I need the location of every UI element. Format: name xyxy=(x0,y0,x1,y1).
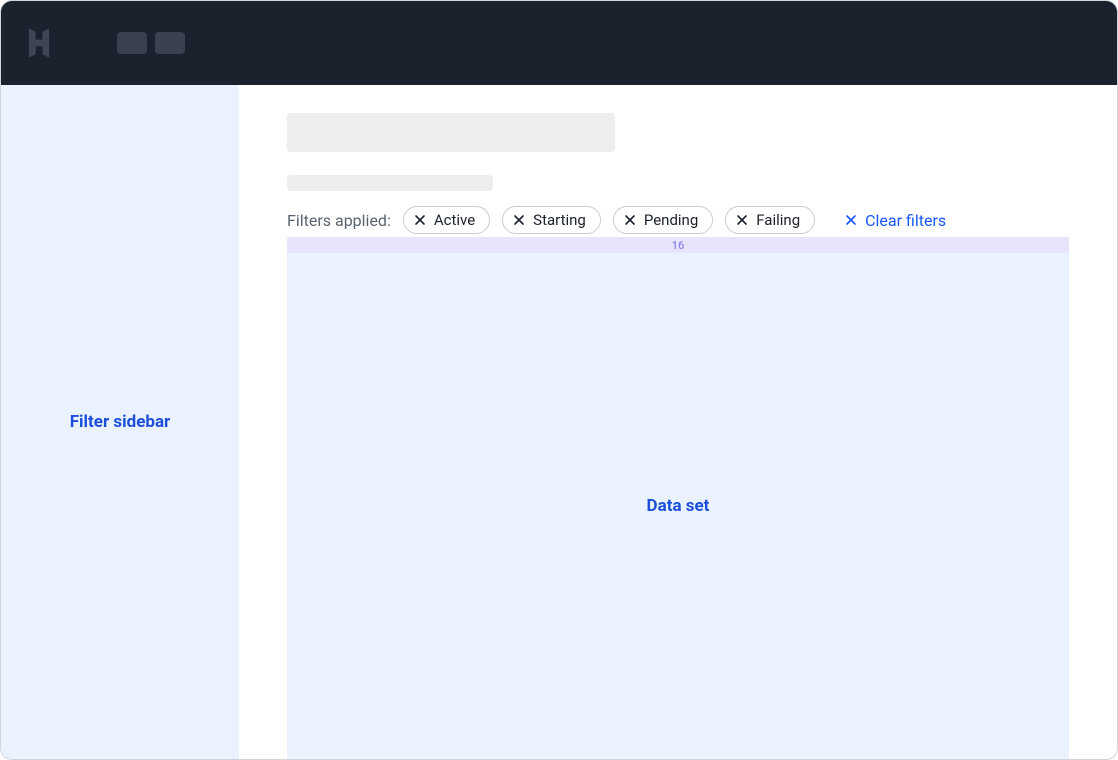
close-icon xyxy=(513,214,525,226)
filter-chip-label: Starting xyxy=(533,211,586,229)
data-set-label: Data set xyxy=(647,496,710,516)
app-header xyxy=(1,1,1117,85)
filters-applied-row: Filters applied: Active Starting xyxy=(287,206,1069,234)
filter-chip-label: Active xyxy=(434,211,475,229)
clear-filters-label: Clear filters xyxy=(865,211,946,230)
close-icon xyxy=(845,214,857,226)
filter-chip-active[interactable]: Active xyxy=(403,206,490,234)
header-tabs xyxy=(117,32,185,54)
subtitle-skeleton xyxy=(287,175,493,191)
filter-chip-label: Failing xyxy=(756,211,800,229)
header-tab-placeholder[interactable] xyxy=(155,32,185,54)
header-tab-placeholder[interactable] xyxy=(117,32,147,54)
spacing-marker: 16 xyxy=(287,237,1069,253)
close-icon xyxy=(736,214,748,226)
filter-chip-failing[interactable]: Failing xyxy=(725,206,815,234)
title-skeleton-row xyxy=(287,113,1069,152)
close-icon xyxy=(414,214,426,226)
filter-chip-starting[interactable]: Starting xyxy=(502,206,601,234)
close-icon xyxy=(624,214,636,226)
filter-chip-pending[interactable]: Pending xyxy=(613,206,713,234)
main-content: Filters applied: Active Starting xyxy=(239,85,1117,759)
spacing-value: 16 xyxy=(672,239,685,252)
app-window: Filter sidebar Filters applied: Active xyxy=(0,0,1118,760)
data-set-region: Data set xyxy=(287,253,1069,759)
filter-chip-label: Pending xyxy=(644,211,698,229)
title-skeleton xyxy=(287,113,615,152)
hashicorp-logo-icon xyxy=(21,25,57,61)
clear-filters-button[interactable]: Clear filters xyxy=(845,211,946,230)
filter-sidebar-label: Filter sidebar xyxy=(70,412,171,432)
filter-sidebar: Filter sidebar xyxy=(1,85,239,759)
app-body: Filter sidebar Filters applied: Active xyxy=(1,85,1117,759)
filters-applied-label: Filters applied: xyxy=(287,211,391,230)
